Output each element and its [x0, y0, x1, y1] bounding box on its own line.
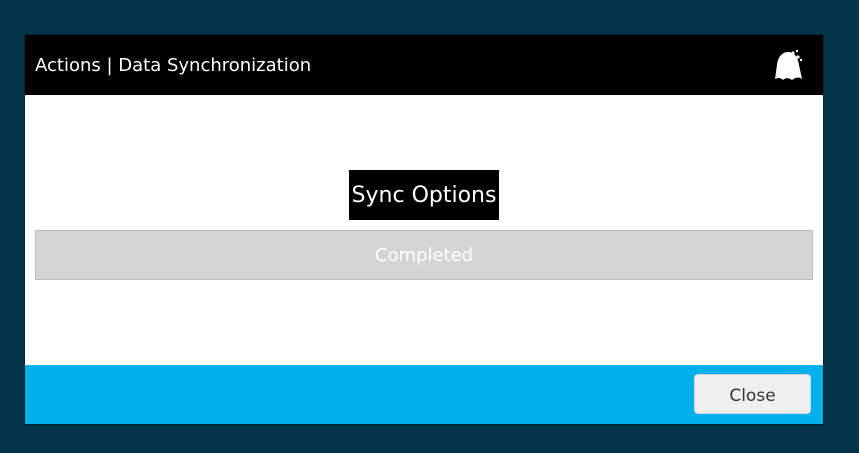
dialog-titlebar: Actions | Data Synchronization	[25, 35, 823, 95]
dialog-title: Actions | Data Synchronization	[35, 55, 312, 76]
bell-logo-icon	[775, 49, 803, 80]
close-button[interactable]: Close	[694, 374, 811, 414]
dialog-footer: Close	[25, 365, 823, 424]
sync-options-heading: Sync Options	[349, 170, 499, 220]
dialog-content: Sync Options Completed	[25, 95, 823, 365]
sync-status-bar: Completed	[35, 230, 813, 280]
sync-dialog: Actions | Data Synchronization Sync Opti…	[25, 35, 823, 424]
